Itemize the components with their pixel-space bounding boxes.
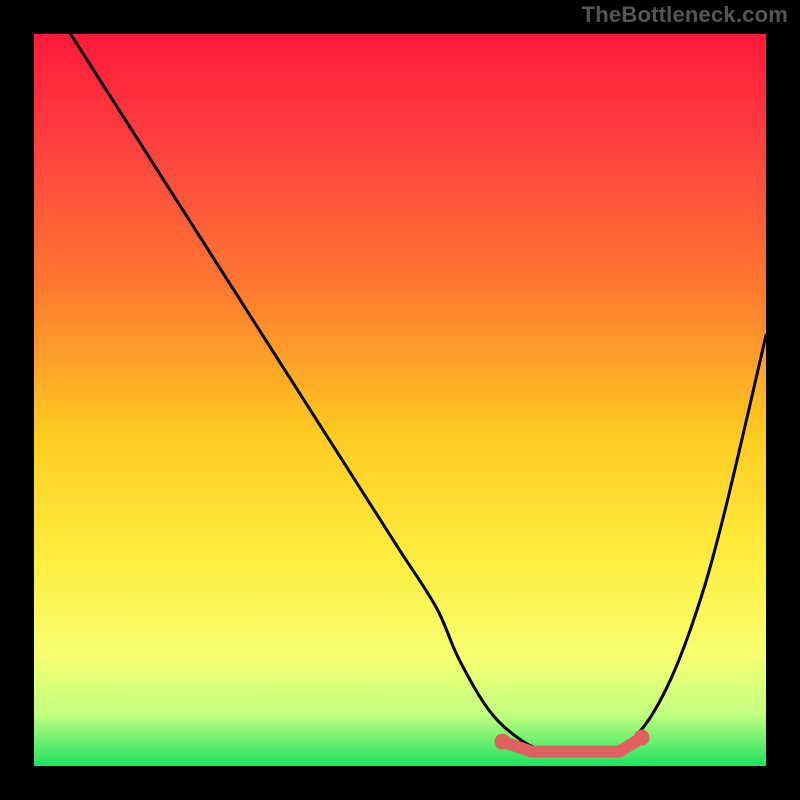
chart-frame: TheBottleneck.com: [0, 0, 800, 800]
optimal-band-start-dot: [494, 734, 510, 750]
bottleneck-chart: [0, 0, 800, 800]
optimal-band-end-dot: [634, 730, 650, 746]
gradient-background: [34, 34, 766, 766]
watermark-text: TheBottleneck.com: [582, 2, 788, 28]
